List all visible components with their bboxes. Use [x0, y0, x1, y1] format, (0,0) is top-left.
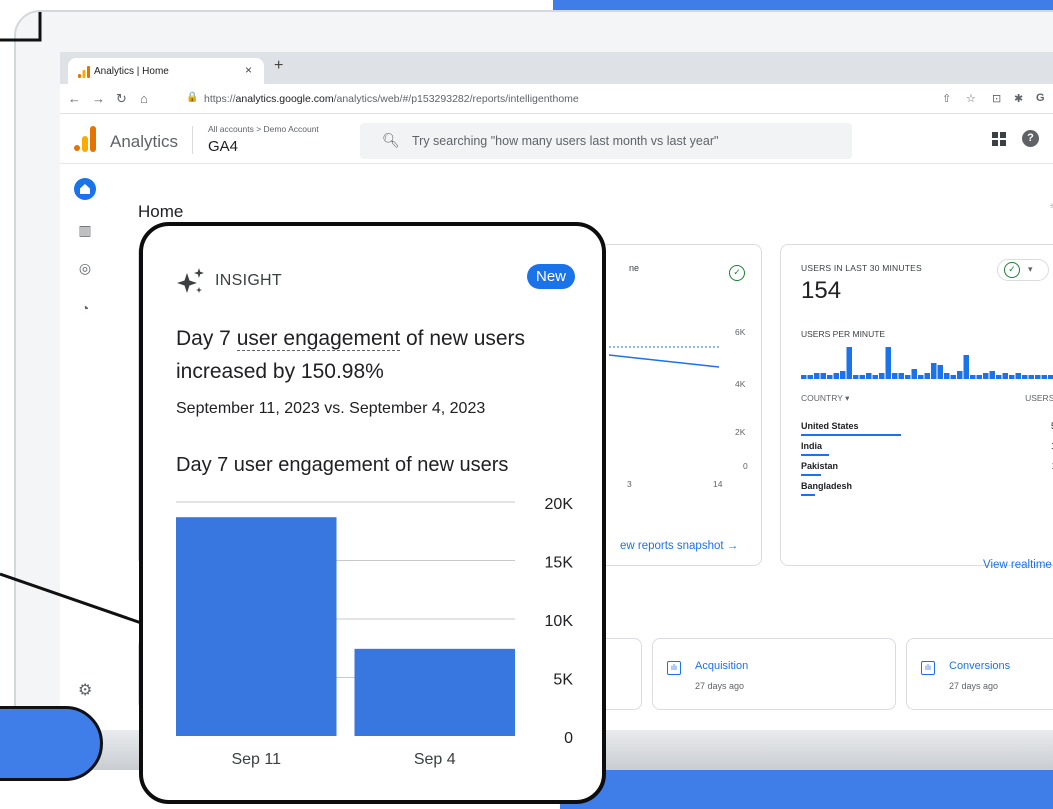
screenshot-stage: Analytics | Home × + ← → ↻ ⌂ 🔒 https://a…: [0, 0, 1053, 809]
insight-card[interactable]: INSIGHT New Day 7 user engagement of new…: [139, 222, 606, 804]
y-tick-label: 0: [564, 730, 573, 747]
bar[interactable]: [176, 517, 337, 736]
bar[interactable]: [354, 648, 516, 736]
sparkle-icon: [177, 268, 204, 293]
insight-headline: Day 7 user engagement of new users incre…: [176, 322, 586, 388]
y-tick-label: 10K: [545, 613, 574, 630]
x-tick-label: Sep 11: [231, 751, 281, 768]
y-tick-label: 20K: [545, 496, 574, 513]
y-tick-label: 5K: [553, 672, 573, 689]
backdrop-blue-pill: [0, 706, 103, 781]
headline-text: Day 7: [176, 327, 237, 350]
y-tick-label: 15K: [545, 555, 574, 572]
metric-link[interactable]: user engagement: [236, 327, 401, 351]
chart-title: Day 7 user engagement of new users: [176, 454, 509, 476]
insight-label: INSIGHT: [215, 272, 282, 289]
comparison-dates: September 11, 2023 vs. September 4, 2023: [176, 400, 486, 417]
engagement-bar-chart: 20K 15K 10K 5K 0 Sep 11 Sep 4: [176, 496, 574, 768]
new-badge: New: [527, 264, 575, 289]
x-tick-label: Sep 4: [414, 751, 456, 768]
